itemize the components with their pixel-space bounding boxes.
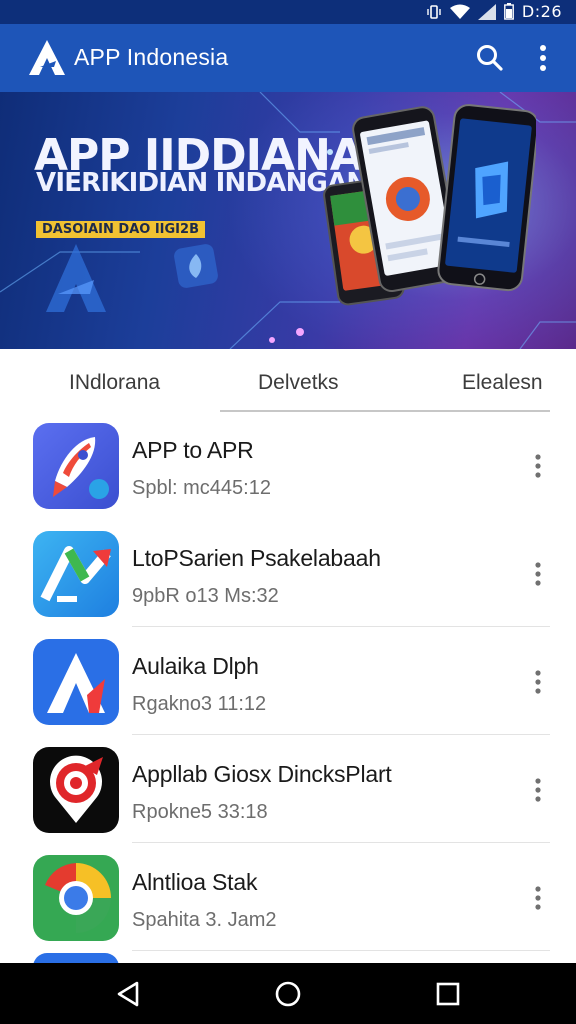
banner-tile-icon — [174, 244, 218, 288]
more-vert-icon[interactable] — [528, 885, 548, 911]
rocket-app-icon — [33, 423, 119, 509]
banner-tag: DASOIAIN DAO IIGI2B — [36, 221, 205, 238]
promo-banner[interactable]: APP IIDDIANA VIERIKIDIAN INDANGAN DASOIA… — [0, 92, 576, 349]
more-vert-icon[interactable] — [528, 561, 548, 587]
tab-1[interactable]: INdlorana — [69, 371, 160, 395]
app-meta: Rgakno3 11:12 — [132, 693, 267, 715]
app-title: APP Indonesia — [74, 44, 229, 70]
battery-icon — [504, 3, 514, 20]
app-meta: Spbl: mc445:12 — [132, 477, 271, 499]
divider — [132, 734, 550, 735]
list-item[interactable]: LtoPSarien Psakelabaah 9pbR o13 Ms:32 — [0, 521, 576, 627]
app-name: Aulaika Dlph — [132, 653, 259, 679]
recents-icon[interactable] — [433, 979, 463, 1009]
app-bar: APP Indonesia — [0, 24, 576, 92]
app-logo-icon — [29, 40, 65, 75]
overflow-menu-icon[interactable] — [532, 42, 554, 74]
divider — [132, 626, 550, 627]
app-name: Alntlioa Stak — [132, 869, 258, 895]
list-item[interactable]: APP to APR Spbl: mc445:12 — [0, 413, 576, 519]
banner-subheadline: VIERIKIDIAN INDANGAN — [36, 168, 368, 198]
home-icon[interactable] — [273, 979, 303, 1009]
list-item[interactable]: Appllab Giosx DincksPlart Rpokne5 33:18 — [0, 737, 576, 843]
tab-indicator — [220, 410, 550, 412]
letter-a-app-icon — [33, 639, 119, 725]
app-name: Appllab Giosx DincksPlart — [132, 761, 392, 787]
app-name: LtoPSarien Psakelabaah — [132, 545, 381, 571]
search-icon[interactable] — [474, 42, 506, 74]
signal-icon — [477, 3, 496, 20]
vibrate-icon — [427, 4, 441, 19]
more-vert-icon[interactable] — [528, 453, 548, 479]
target-pin-app-icon — [33, 747, 119, 833]
navigation-bar — [0, 963, 576, 1024]
status-icons: D:26 — [426, 2, 562, 21]
divider — [132, 950, 550, 951]
app-meta: Spahita 3. Jam2 — [132, 909, 277, 931]
app-name: APP to APR — [132, 437, 254, 463]
back-icon[interactable] — [113, 979, 143, 1009]
banner-phones-illustration — [323, 104, 536, 306]
more-vert-icon[interactable] — [528, 777, 548, 803]
wifi-icon — [449, 4, 470, 19]
list-item[interactable]: Alntlioa Stak Spahita 3. Jam2 — [0, 845, 576, 951]
app-meta: Rpokne5 33:18 — [132, 801, 268, 823]
arrow-chart-app-icon — [33, 531, 119, 617]
app-meta: 9pbR o13 Ms:32 — [132, 585, 279, 607]
tab-2[interactable]: Delvetks — [258, 371, 339, 395]
tab-3[interactable]: Elealesn — [462, 371, 543, 395]
more-vert-icon[interactable] — [528, 669, 548, 695]
status-bar: D:26 — [0, 0, 576, 24]
category-tabs: INdlorana Delvetks Elealesn — [0, 349, 576, 413]
screen: D:26 APP Indonesia APP IIDDIANA VIERIKID… — [0, 0, 576, 1024]
status-time: D:26 — [521, 2, 562, 21]
divider — [132, 842, 550, 843]
list-item[interactable]: Aulaika Dlph Rgakno3 11:12 — [0, 629, 576, 735]
banner-app-logo-icon — [46, 244, 106, 312]
chrome-app-icon — [33, 855, 119, 941]
